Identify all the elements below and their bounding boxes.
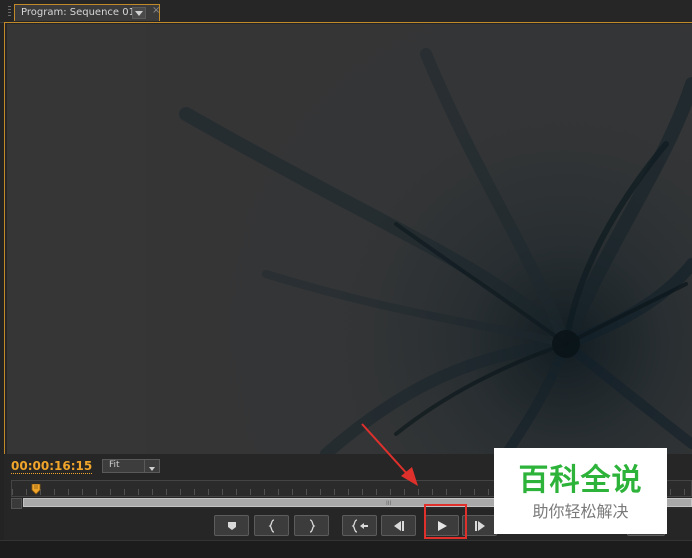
watermark-title: 百科全说 xyxy=(518,463,643,498)
watermark-subtitle: 助你轻松解决 xyxy=(532,502,629,521)
premiere-program-monitor: Program: Sequence 01 × 00:00:16:15 Fit I… xyxy=(0,0,692,558)
panel-bottom-bar xyxy=(0,540,692,558)
watermark-logo: 百科全说 助你轻松解决 xyxy=(494,448,667,534)
